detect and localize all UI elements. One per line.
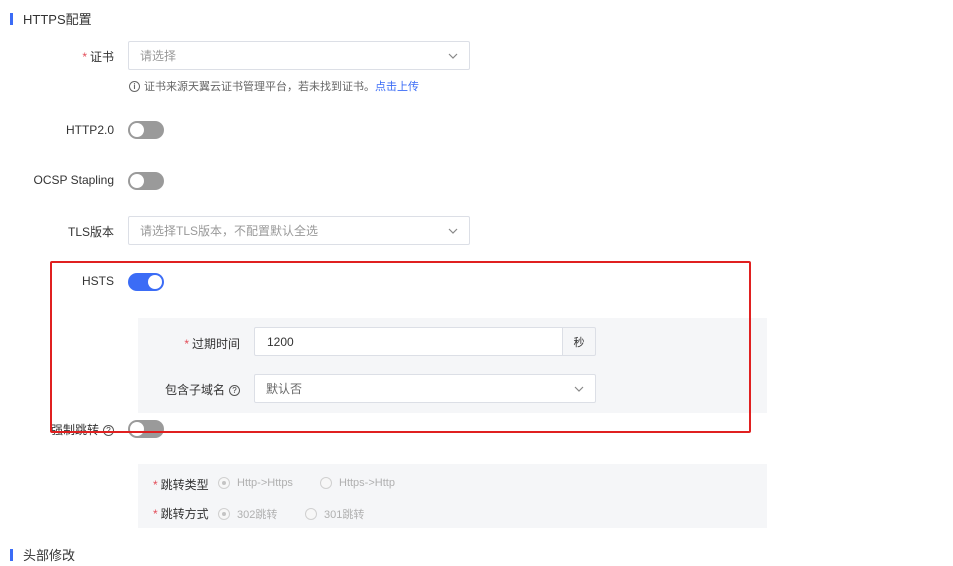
toggle-knob	[130, 123, 144, 137]
toggle-knob	[130, 174, 144, 188]
redirect-method-option-302[interactable]: 302跳转	[218, 506, 277, 522]
section-accent-bar	[10, 548, 13, 561]
redirect-method-label: * 跳转方式	[153, 507, 209, 521]
redirect-method-option-301[interactable]: 301跳转	[305, 506, 364, 522]
http2-toggle[interactable]	[128, 121, 164, 139]
tls-select[interactable]: 请选择TLS版本，不配置默认全选	[128, 216, 470, 245]
section-title-header: 头部修改	[10, 545, 75, 564]
chevron-down-icon	[448, 53, 458, 59]
certificate-hint: i 证书来源天翼云证书管理平台，若未找到证书。 点击上传	[129, 78, 419, 94]
highlight-box	[50, 261, 751, 433]
tls-label: TLS版本	[67, 225, 114, 239]
section-title-text: HTTPS配置	[23, 12, 92, 27]
section-accent-bar	[10, 12, 13, 25]
ocsp-toggle[interactable]	[128, 172, 164, 190]
radio-checked-icon	[218, 477, 230, 489]
ocsp-label: OCSP Stapling	[33, 173, 115, 187]
required-mark: *	[153, 478, 158, 492]
certificate-placeholder: 请选择	[140, 49, 177, 63]
redirect-type-option-https-http[interactable]: Https->Http	[320, 477, 395, 489]
radio-checked-icon	[218, 508, 230, 520]
redirect-type-label: * 跳转类型	[153, 478, 209, 492]
section-title-https: HTTPS配置	[10, 9, 92, 28]
radio-unchecked-icon	[305, 508, 317, 520]
certificate-label: * 证书	[82, 50, 114, 64]
radio-unchecked-icon	[320, 477, 332, 489]
required-mark: *	[153, 507, 158, 521]
tls-placeholder: 请选择TLS版本，不配置默认全选	[140, 224, 319, 238]
chevron-down-icon	[448, 228, 458, 234]
required-mark: *	[82, 50, 87, 64]
upload-certificate-link[interactable]: 点击上传	[375, 78, 419, 94]
section-title-text: 头部修改	[23, 548, 76, 563]
certificate-hint-text: 证书来源天翼云证书管理平台，若未找到证书。	[144, 81, 375, 93]
certificate-select[interactable]: 请选择	[128, 41, 470, 70]
http2-label: HTTP2.0	[65, 123, 114, 137]
redirect-type-option-http-https[interactable]: Http->Https	[218, 477, 293, 489]
info-icon: i	[129, 80, 140, 92]
